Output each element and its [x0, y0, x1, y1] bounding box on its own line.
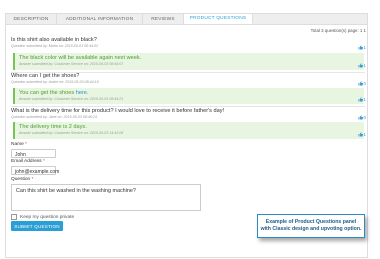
- name-label: Name *: [11, 142, 28, 147]
- tab-description[interactable]: DESCRIPTION: [6, 14, 57, 24]
- vote-count: 0: [363, 81, 366, 86]
- vote-count: 1: [363, 132, 366, 137]
- question-meta: Question submitted by: Maria on: 2015-05…: [11, 44, 99, 48]
- private-label: Keep my question private: [20, 214, 75, 220]
- vote-count: 1: [363, 45, 366, 50]
- answer-link[interactable]: here: [76, 90, 87, 96]
- thumbs-up-icon: [358, 45, 363, 50]
- vote-count: 1: [363, 97, 366, 102]
- answer-item: You can get the shoes here. Answer submi…: [13, 88, 364, 104]
- callout-line-1: Example of Product Questions panel: [265, 219, 357, 225]
- email-field[interactable]: john@example.com: [11, 166, 59, 175]
- divider: [11, 106, 365, 107]
- tab-product-questions[interactable]: PRODUCT QUESTIONS: [184, 14, 253, 24]
- answer-upvote[interactable]: 1: [358, 97, 366, 102]
- answer-upvote[interactable]: 1: [358, 132, 366, 137]
- name-field[interactable]: John: [11, 149, 56, 158]
- tab-reviews[interactable]: REVIEWS: [143, 14, 184, 24]
- question-upvote[interactable]: 1: [358, 45, 366, 50]
- question-meta: Question submitted by: Andre on: 2015-05…: [11, 80, 99, 84]
- answer-text: The delivery time is 2 days.: [19, 124, 87, 130]
- thumbs-up-icon: [358, 63, 363, 68]
- question-item: What is the delivery time for this produ…: [11, 108, 365, 119]
- tab-bar: DESCRIPTION ADDITIONAL INFORMATION REVIE…: [5, 13, 368, 25]
- tab-additional-information[interactable]: ADDITIONAL INFORMATION: [57, 14, 143, 24]
- private-option[interactable]: Keep my question private: [11, 214, 74, 220]
- question-textarea[interactable]: Can this shirt be washed in the washing …: [11, 184, 201, 211]
- question-meta: Question submitted by: Jane on: 2015-05-…: [11, 115, 97, 119]
- question-item: Is this shirt also available in black? Q…: [11, 37, 365, 48]
- question-text: Where can I get the shoes?: [11, 73, 80, 79]
- thumbs-up-icon: [358, 97, 363, 102]
- answer-text: You can get the shoes here.: [19, 90, 89, 96]
- private-checkbox[interactable]: [11, 214, 17, 220]
- thumbs-up-icon: [358, 132, 363, 137]
- thumbs-up-icon: [358, 81, 363, 86]
- email-label: Email Address *: [11, 159, 45, 164]
- answer-meta: Answer submitted by: Customer Service on…: [19, 131, 124, 135]
- submit-question-button[interactable]: SUBMIT QUESTION: [11, 221, 63, 231]
- callout-line-2: with Classic design and upvoting option.: [260, 226, 362, 232]
- answer-text: The black color will be available again …: [19, 55, 142, 61]
- vote-count: 0: [363, 115, 366, 120]
- question-label: Question *: [11, 177, 34, 182]
- question-upvote[interactable]: 0: [358, 115, 366, 120]
- answer-meta: Answer submitted by: Customer Service on…: [19, 62, 124, 66]
- vote-count: 1: [363, 63, 366, 68]
- question-upvote[interactable]: 0: [358, 81, 366, 86]
- question-item: Where can I get the shoes? Question subm…: [11, 73, 365, 84]
- answer-meta: Answer submitted by: Customer Service on…: [19, 97, 124, 101]
- callout-box: Example of Product Questions panel with …: [257, 214, 365, 238]
- answer-item: The delivery time is 2 days. Answer subm…: [13, 122, 364, 139]
- question-text: What is the delivery time for this produ…: [11, 108, 225, 114]
- thumbs-up-icon: [358, 115, 363, 120]
- question-text: Is this shirt also available in black?: [11, 37, 97, 43]
- answer-upvote[interactable]: 1: [358, 63, 366, 68]
- total-questions-text: Total 3 question(s) page: 1 1: [310, 28, 366, 33]
- answer-item: The black color will be available again …: [13, 53, 364, 70]
